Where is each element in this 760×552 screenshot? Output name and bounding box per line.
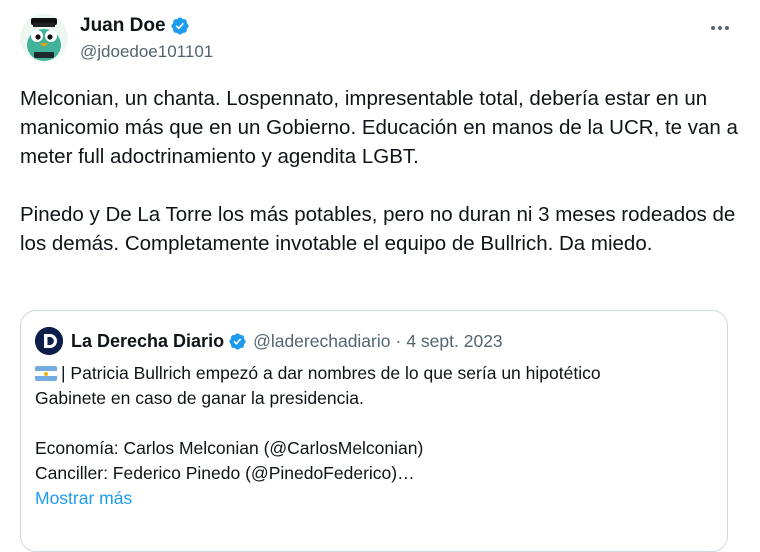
quote-author-avatar[interactable] xyxy=(35,327,63,355)
dot xyxy=(711,26,715,30)
quoted-tweet[interactable]: La Derecha Diario @laderechadiario · 4 s… xyxy=(20,310,728,552)
quote-line: Gabinete en caso de ganar la presidencia… xyxy=(35,388,364,408)
author-handle[interactable]: @jdoedoe101101 xyxy=(80,42,213,62)
quote-line: Economía: Carlos Melconian (@CarlosMelco… xyxy=(35,438,424,458)
quote-line: Canciller: Federico Pinedo (@PinedoFeder… xyxy=(35,463,415,483)
verified-badge-icon xyxy=(170,17,189,35)
la-derecha-logo-icon xyxy=(35,327,63,355)
dot xyxy=(718,26,722,30)
quote-date[interactable]: 4 sept. 2023 xyxy=(406,331,502,352)
show-more-link[interactable]: Mostrar más xyxy=(35,486,715,511)
author-avatar[interactable] xyxy=(20,14,68,62)
quote-author-handle[interactable]: @laderechadiario xyxy=(253,331,390,352)
parrot-avatar-icon xyxy=(20,14,68,62)
quote-line-text: | Patricia Bullrich empezó a dar nombres… xyxy=(61,363,601,383)
quote-header: La Derecha Diario @laderechadiario · 4 s… xyxy=(71,327,503,355)
quote-text: | Patricia Bullrich empezó a dar nombres… xyxy=(35,361,715,511)
quote-line xyxy=(35,411,715,436)
dot xyxy=(725,26,729,30)
quote-line: | Patricia Bullrich empezó a dar nombres… xyxy=(35,361,715,386)
quote-author-name[interactable]: La Derecha Diario xyxy=(71,331,224,352)
separator-dot: · xyxy=(395,330,402,351)
more-options-icon[interactable] xyxy=(706,16,734,40)
tweet-text: Melconian, un chanta. Lospennato, impres… xyxy=(20,87,738,255)
author-name[interactable]: Juan Doe xyxy=(80,15,166,37)
argentina-flag-icon xyxy=(35,366,57,381)
verified-badge-icon xyxy=(229,332,246,350)
tweet: Juan Doe @jdoedoe101101 Melconian, un ch… xyxy=(0,0,760,552)
tweet-header: Juan Doe @jdoedoe101101 xyxy=(80,14,213,62)
author-name-row: Juan Doe xyxy=(80,14,213,38)
